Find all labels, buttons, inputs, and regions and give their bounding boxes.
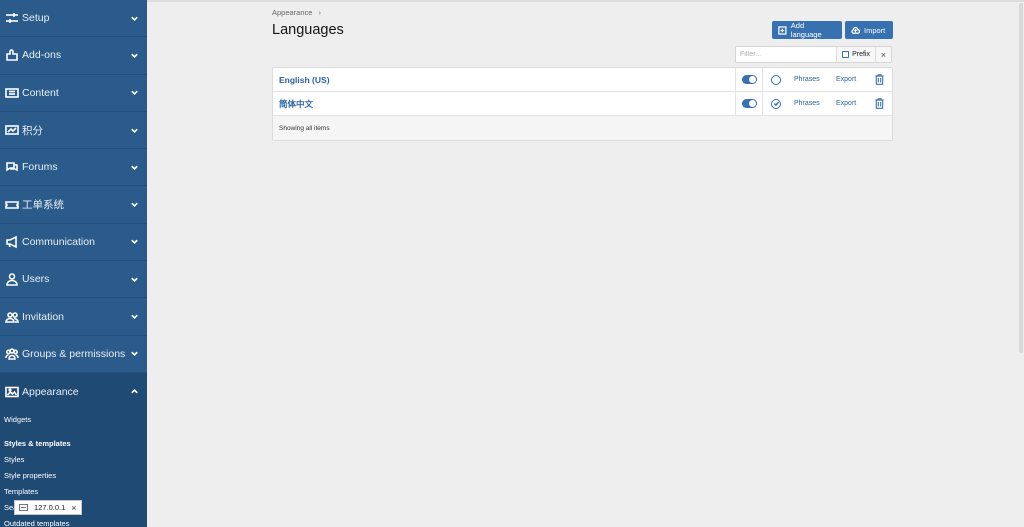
- sidebar-item-forums[interactable]: Forums: [0, 149, 147, 187]
- check-icon: [773, 101, 779, 107]
- server-icon: [19, 504, 28, 511]
- submenu-templates[interactable]: Templates: [0, 484, 147, 500]
- languages-table: English (US) Phrases Export 简体中文 Phrases…: [272, 67, 893, 141]
- enabled-cell: [735, 92, 762, 115]
- prefix-checkbox[interactable]: Prefix: [836, 47, 875, 62]
- users-icon: [4, 309, 19, 324]
- submenu-styles[interactable]: Styles: [0, 452, 147, 468]
- credits-icon: [4, 123, 19, 138]
- chevron-down-icon: [129, 349, 139, 359]
- import-label: Import: [864, 25, 886, 35]
- chevron-down-icon: [129, 274, 139, 284]
- chevron-down-icon: [129, 125, 139, 135]
- sidebar-item-label: Invitation: [22, 310, 65, 323]
- submenu-widgets[interactable]: Widgets: [0, 412, 147, 428]
- chevron-down-icon: [129, 13, 139, 23]
- sliders-icon: [4, 11, 19, 26]
- phrases-link[interactable]: Phrases: [794, 100, 830, 107]
- filter-bar: Prefix ×: [735, 46, 892, 63]
- sidebar-item-add-ons[interactable]: Add-ons: [0, 37, 147, 75]
- plus-square-icon: [778, 25, 787, 35]
- chevron-down-icon: [129, 50, 139, 60]
- group-icon: [4, 346, 19, 361]
- prefix-label: Prefix: [852, 51, 870, 58]
- trash-icon: [875, 74, 883, 85]
- sidebar-item-label: Users: [22, 273, 50, 286]
- chevron-down-icon: [129, 88, 139, 98]
- sidebar-item-tickets[interactable]: 工单系统: [0, 186, 147, 224]
- main-content: Appearance › Languages Add language Impo…: [147, 0, 1024, 527]
- sidebar-item-label: Forums: [22, 161, 58, 174]
- breadcrumb-appearance[interactable]: Appearance: [272, 8, 312, 17]
- filter-input[interactable]: [736, 47, 837, 62]
- user-icon: [4, 272, 19, 287]
- sidebar-item-label: Groups & permissions: [22, 347, 126, 360]
- import-button[interactable]: Import: [845, 21, 893, 39]
- tooltip-text: 127.0.0.1: [34, 503, 66, 512]
- content-icon: [4, 85, 19, 100]
- enabled-toggle[interactable]: [741, 99, 757, 108]
- sidebar-item-label: Appearance: [22, 385, 79, 398]
- host-tooltip: 127.0.0.1 ×: [14, 500, 82, 515]
- sidebar-item-label: Setup: [22, 12, 50, 25]
- sidebar-item-credits[interactable]: 积分: [0, 112, 147, 150]
- sidebar-item-content[interactable]: Content: [0, 75, 147, 112]
- breadcrumb-separator: ›: [318, 8, 321, 17]
- default-cell: [762, 68, 789, 91]
- upload-cloud-icon: [851, 26, 860, 34]
- enabled-cell: [735, 68, 762, 91]
- chevron-down-icon: [129, 162, 139, 172]
- checkbox-icon: [842, 51, 850, 58]
- megaphone-icon: [4, 234, 19, 249]
- chevron-down-icon: [129, 200, 139, 210]
- sidebar-item-label: 积分: [22, 124, 43, 137]
- add-language-label: Add language: [790, 21, 822, 39]
- delete-button[interactable]: [866, 74, 892, 85]
- language-name-link[interactable]: English (US): [273, 75, 735, 85]
- submenu-outdated-templates[interactable]: Outdated templates: [0, 516, 147, 527]
- breadcrumb: Appearance ›: [272, 8, 321, 17]
- sidebar: Setup Add-ons Content 积分 Forums 工单系统 Com…: [0, 0, 147, 527]
- table-footer: Showing all items: [273, 116, 892, 140]
- enabled-toggle[interactable]: [741, 75, 757, 84]
- page-title: Languages: [272, 22, 344, 38]
- phrases-link[interactable]: Phrases: [794, 76, 830, 83]
- table-row: English (US) Phrases Export: [273, 68, 892, 92]
- sidebar-item-appearance[interactable]: Appearance: [0, 372, 147, 411]
- sidebar-item-setup[interactable]: Setup: [0, 0, 147, 38]
- default-radio[interactable]: [771, 74, 781, 85]
- ticket-icon: [4, 197, 19, 212]
- trash-icon: [875, 98, 883, 109]
- sidebar-item-label: Add-ons: [22, 49, 62, 62]
- delete-button[interactable]: [866, 98, 892, 109]
- sidebar-item-label: 工单系统: [22, 199, 64, 212]
- sidebar-item-invitation[interactable]: Invitation: [0, 298, 147, 336]
- submenu-section-heading[interactable]: Styles & templates: [0, 436, 147, 452]
- language-name-link[interactable]: 简体中文: [273, 98, 735, 110]
- sidebar-item-communication[interactable]: Communication: [0, 224, 147, 262]
- chevron-down-icon: [129, 237, 139, 247]
- scrollbar[interactable]: [1019, 3, 1023, 353]
- chevron-up-icon: [129, 387, 139, 397]
- default-cell: [762, 92, 789, 115]
- default-radio-checked[interactable]: [771, 98, 781, 109]
- table-row: 简体中文 Phrases Export: [273, 92, 892, 116]
- filter-clear-button[interactable]: ×: [875, 47, 891, 62]
- chat-icon: [4, 160, 19, 175]
- sidebar-item-users[interactable]: Users: [0, 261, 147, 299]
- close-icon[interactable]: ×: [71, 503, 76, 513]
- image-icon: [4, 384, 19, 399]
- add-language-button[interactable]: Add language: [772, 21, 842, 39]
- submenu-style-properties[interactable]: Style properties: [0, 468, 147, 484]
- puzzle-icon: [4, 48, 19, 63]
- export-link[interactable]: Export: [836, 100, 866, 107]
- chevron-down-icon: [129, 312, 139, 322]
- sidebar-item-label: Content: [22, 86, 59, 99]
- sidebar-item-label: Communication: [22, 235, 95, 248]
- export-link[interactable]: Export: [836, 76, 866, 83]
- sidebar-item-groups-permissions[interactable]: Groups & permissions: [0, 336, 147, 373]
